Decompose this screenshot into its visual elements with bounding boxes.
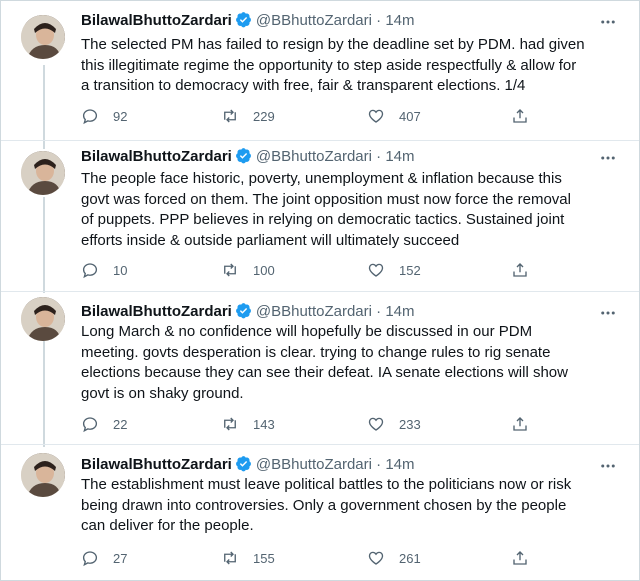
tweet-actions: 27 155 261 [81,548,551,568]
retweet-icon [224,109,236,123]
tweet-text: The selected PM has failed to resign by … [81,36,585,94]
verified-badge-icon [235,148,251,164]
retweet-count: 143 [253,416,275,432]
separator-dot: · [376,12,382,29]
thread-line [43,341,45,447]
verified-badge-icon [235,303,251,319]
author-handle[interactable]: @BBhuttoZardari [256,12,372,29]
retweet-button[interactable]: 143 [221,414,275,434]
reply-count: 10 [113,262,128,278]
avatar[interactable] [21,453,65,497]
author-handle[interactable]: @BBhuttoZardari [256,456,372,473]
tweet-text: Long March & no confidence will hopefull… [81,323,568,402]
author-name[interactable]: BilawalBhuttoZardari [81,148,232,165]
reply-button[interactable]: 22 [81,414,127,434]
author-handle[interactable]: @BBhuttoZardari [256,148,372,165]
tweet-header: BilawalBhuttoZardari @BBhuttoZardari · 14… [81,146,415,168]
tweet-text: The people face historic, poverty, unemp… [81,170,571,249]
like-button[interactable]: 152 [367,260,421,280]
tweet-actions: 10 100 152 [81,260,551,280]
timestamp[interactable]: 14m [385,456,414,473]
verified-badge-icon [235,12,251,28]
share-button[interactable] [511,106,529,126]
like-icon [368,417,384,431]
reply-count: 22 [113,416,128,432]
like-count: 233 [399,416,421,432]
reply-icon [82,109,98,125]
verified-badge-icon [235,456,251,472]
retweet-icon [224,263,236,277]
retweet-icon [224,551,236,565]
like-button[interactable]: 261 [367,548,421,568]
avatar[interactable] [21,151,65,195]
tweet-actions: 22 143 233 [81,414,551,434]
share-button[interactable] [511,260,529,280]
reply-icon [82,417,98,433]
timestamp[interactable]: 14m [385,303,414,320]
like-count: 407 [399,108,421,124]
more-icon[interactable] [599,149,617,167]
tweet-divider [1,444,639,445]
tweet-header: BilawalBhuttoZardari @BBhuttoZardari · 14… [81,10,415,32]
share-button[interactable] [511,414,529,434]
reply-button[interactable]: 27 [81,548,127,568]
retweet-button[interactable]: 100 [221,260,275,280]
like-icon [368,263,384,277]
avatar[interactable] [21,15,65,59]
reply-button[interactable]: 10 [81,260,127,280]
thread-line [43,197,45,293]
share-icon [513,263,527,277]
like-icon [368,109,384,123]
avatar[interactable] [21,297,65,341]
like-count: 152 [399,262,421,278]
retweet-button[interactable]: 155 [221,548,275,568]
tweet-divider [1,291,639,292]
separator-dot: · [376,456,382,473]
retweet-button[interactable]: 229 [221,106,275,126]
timestamp[interactable]: 14m [385,148,414,165]
share-icon [513,417,527,431]
retweet-count: 155 [253,550,275,566]
reply-icon [82,263,98,279]
separator-dot: · [376,148,382,165]
tweet-text: The establishment must leave political b… [81,476,572,534]
tweet-header: BilawalBhuttoZardari @BBhuttoZardari · 14… [81,301,415,323]
reply-icon [82,551,98,567]
author-handle[interactable]: @BBhuttoZardari [256,303,372,320]
thread-line [43,65,45,149]
like-button[interactable]: 233 [367,414,421,434]
share-icon [513,551,527,565]
reply-button[interactable]: 92 [81,106,127,126]
author-name[interactable]: BilawalBhuttoZardari [81,12,232,29]
timestamp[interactable]: 14m [385,12,414,29]
like-button[interactable]: 407 [367,106,421,126]
more-icon[interactable] [599,304,617,322]
reply-count: 27 [113,550,128,566]
tweet-thread: BilawalBhuttoZardari @BBhuttoZardari · 14… [0,0,640,581]
tweet-divider [1,140,639,141]
author-name[interactable]: BilawalBhuttoZardari [81,456,232,473]
like-count: 261 [399,550,421,566]
retweet-count: 100 [253,262,275,278]
reply-count: 92 [113,108,128,124]
more-icon[interactable] [599,13,617,31]
more-icon[interactable] [599,457,617,475]
tweet-header: BilawalBhuttoZardari @BBhuttoZardari · 14… [81,454,415,476]
separator-dot: · [376,303,382,320]
author-name[interactable]: BilawalBhuttoZardari [81,303,232,320]
retweet-icon [224,417,236,431]
retweet-count: 229 [253,108,275,124]
share-icon [513,109,527,123]
tweet-actions: 92 229 407 [81,106,551,126]
like-icon [368,551,384,565]
share-button[interactable] [511,548,529,568]
